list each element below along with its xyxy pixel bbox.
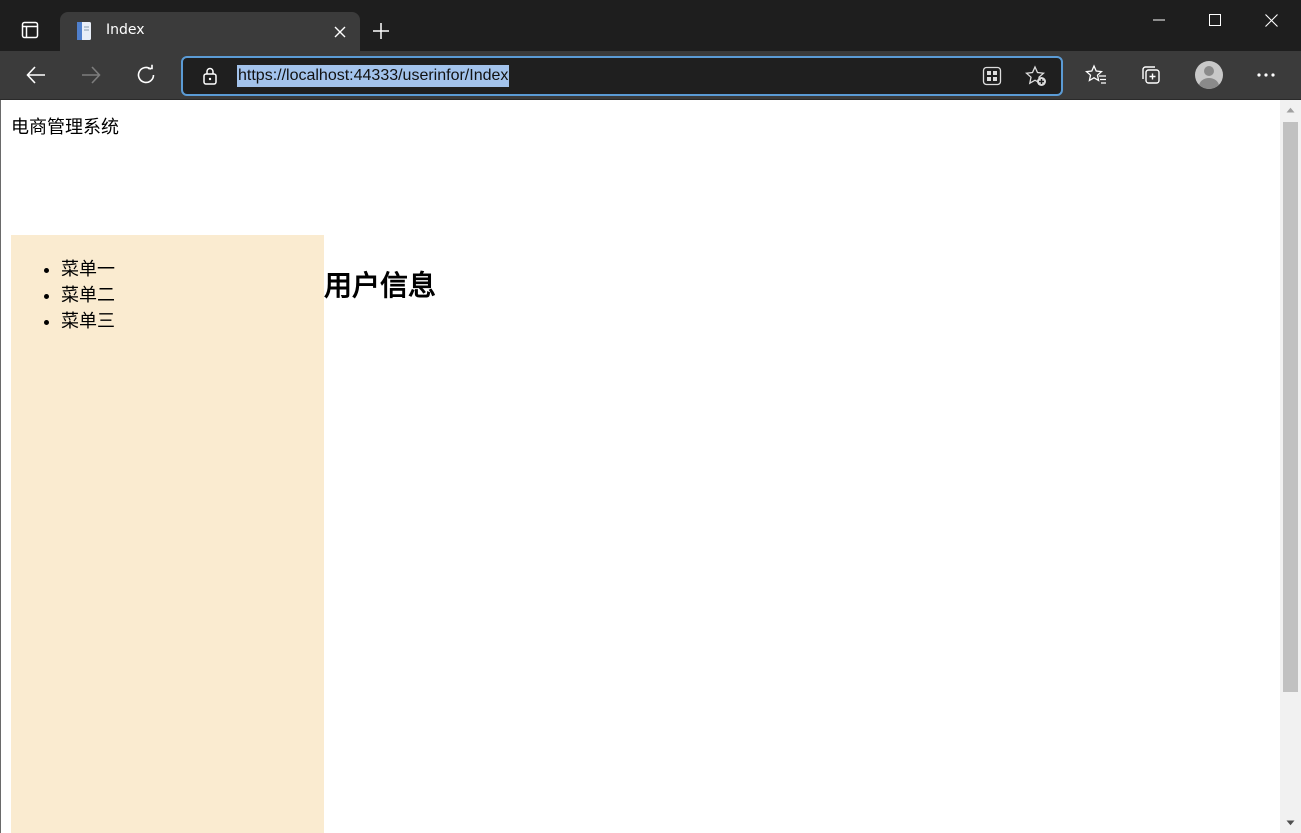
- minimize-icon[interactable]: [1131, 0, 1187, 40]
- menu-item-3[interactable]: 菜单三: [61, 309, 115, 335]
- browser-toolbar: https://localhost:44333/userinfor/Index: [0, 51, 1301, 100]
- page-favicon-icon: [74, 21, 94, 41]
- tab-actions-icon[interactable]: [12, 12, 48, 48]
- menu-item-2[interactable]: 菜单二: [61, 283, 115, 309]
- refresh-icon[interactable]: [128, 57, 164, 93]
- vertical-scrollbar[interactable]: [1280, 100, 1301, 833]
- favorites-icon[interactable]: [1079, 58, 1113, 92]
- url-text[interactable]: https://localhost:44333/userinfor/Index: [237, 65, 510, 87]
- address-bar[interactable]: https://localhost:44333/userinfor/Index: [181, 56, 1063, 96]
- scroll-down-icon[interactable]: [1280, 813, 1301, 833]
- scroll-thumb[interactable]: [1283, 122, 1298, 692]
- scroll-up-icon[interactable]: [1280, 100, 1301, 120]
- lock-icon[interactable]: [200, 66, 220, 86]
- menu-item-1[interactable]: 菜单一: [61, 257, 115, 283]
- maximize-icon[interactable]: [1187, 0, 1243, 40]
- tab-title: Index: [106, 22, 145, 38]
- app-available-icon[interactable]: [980, 64, 1004, 88]
- back-icon[interactable]: [18, 57, 54, 93]
- profile-avatar[interactable]: [1192, 58, 1226, 92]
- collections-icon[interactable]: [1134, 58, 1168, 92]
- browser-titlebar: Index: [0, 0, 1301, 51]
- avatar-icon: [1195, 61, 1223, 89]
- add-favorite-icon[interactable]: [1024, 64, 1048, 88]
- sidebar-menu: 菜单一 菜单二 菜单三: [61, 257, 115, 335]
- sidebar: 菜单一 菜单二 菜单三: [11, 235, 324, 833]
- close-window-icon[interactable]: [1243, 0, 1299, 40]
- page-heading: 用户信息: [324, 269, 437, 302]
- new-tab-icon[interactable]: [366, 16, 396, 46]
- close-tab-icon[interactable]: [328, 20, 352, 44]
- forward-icon[interactable]: [73, 57, 109, 93]
- more-options-icon[interactable]: [1249, 58, 1283, 92]
- browser-tab[interactable]: Index: [60, 12, 360, 51]
- site-title: 电商管理系统: [11, 117, 119, 138]
- page-viewport: 电商管理系统 菜单一 菜单二 菜单三 用户信息: [1, 100, 1280, 833]
